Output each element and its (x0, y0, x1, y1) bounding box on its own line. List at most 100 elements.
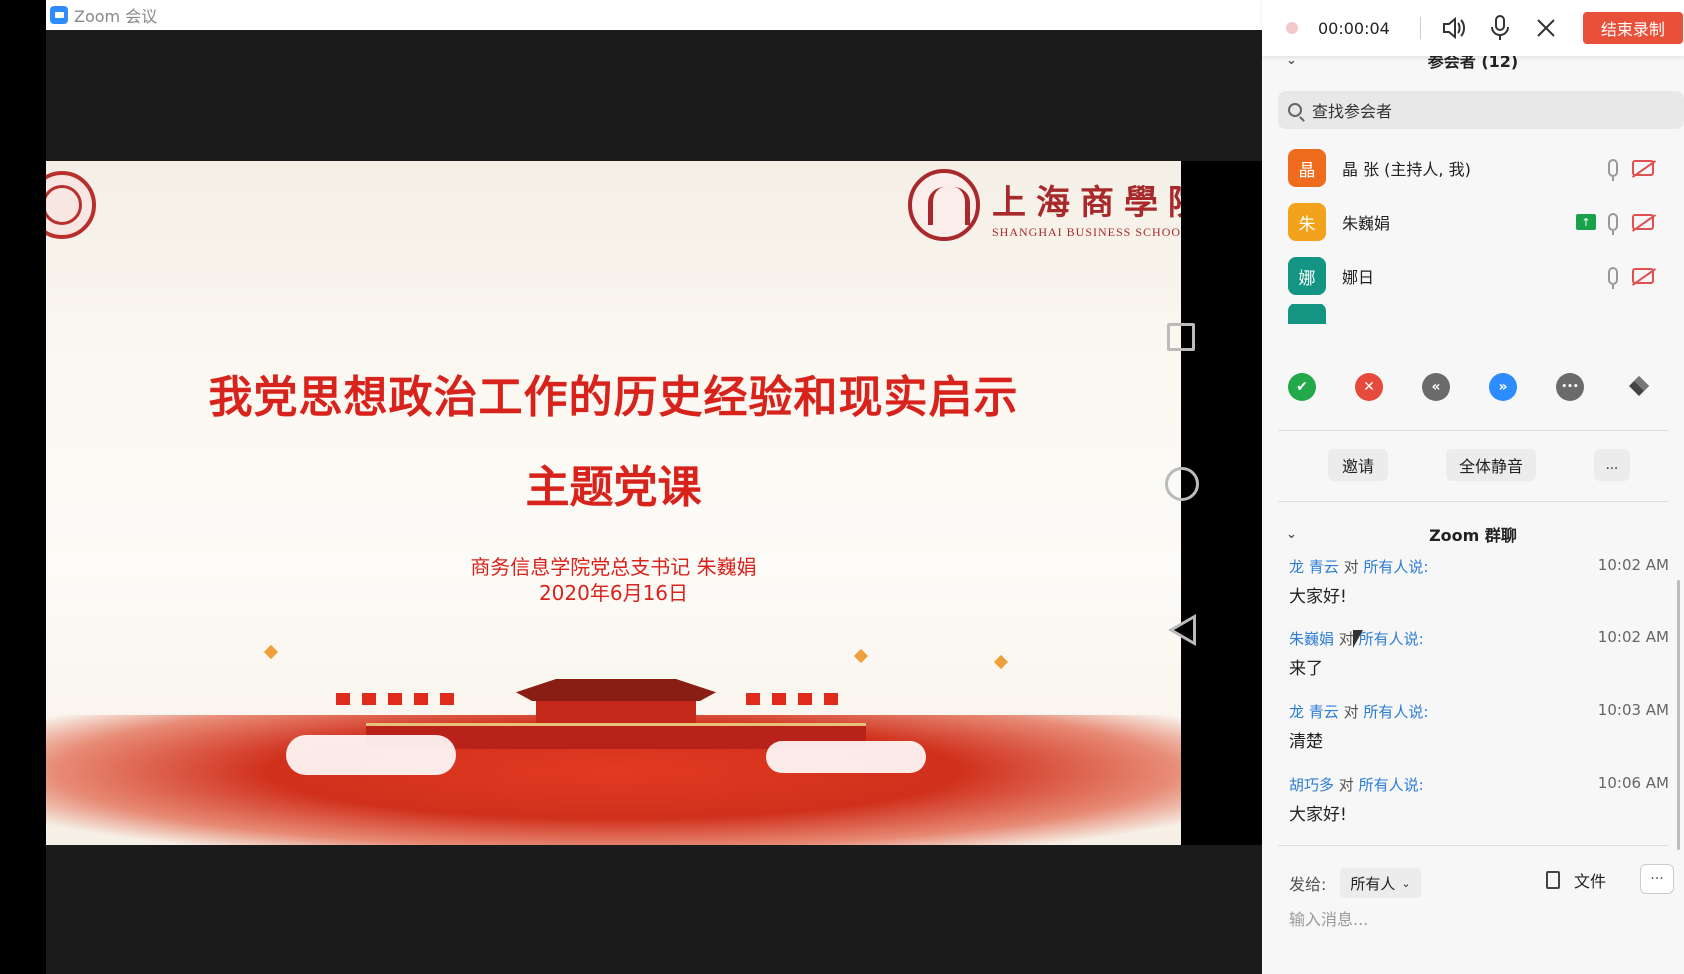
dove-decoration (263, 644, 279, 660)
avatar: 娜 (1288, 257, 1326, 295)
android-nav-bar (1181, 161, 1262, 845)
more-options-button[interactable]: ... (1594, 449, 1630, 481)
participant-row[interactable]: 娜 娜日 (1262, 248, 1684, 304)
go-faster-icon[interactable]: » (1489, 373, 1517, 401)
close-icon[interactable] (1533, 15, 1559, 41)
send-file-button[interactable]: 文件 (1546, 868, 1606, 892)
message-text: 来了 (1289, 659, 1323, 679)
chat-message: 朱巍娟 对 所有人说: 10:02 AM 来了 (1289, 628, 1669, 679)
back-icon[interactable] (1168, 614, 1196, 646)
recipient-select-value: 所有人 (1350, 874, 1396, 893)
red-flag (824, 693, 838, 705)
participant-name: 晶 张 (主持人, 我) (1342, 160, 1471, 179)
chevron-down-icon: ⌄ (1401, 876, 1411, 890)
screen-share-icon: ↑ (1576, 214, 1596, 230)
participant-search-input[interactable]: 查找参会者 (1278, 91, 1684, 129)
mute-all-button[interactable]: 全体静音 (1446, 449, 1536, 481)
message-time: 10:02 AM (1597, 556, 1669, 574)
send-to-row: 发给: 所有人 ⌄ (1289, 868, 1421, 898)
yes-icon[interactable]: ✔ (1288, 373, 1316, 401)
eraser-icon[interactable] (1625, 373, 1653, 401)
chat-scrollbar[interactable] (1677, 580, 1680, 850)
party-emblem-icon (46, 171, 96, 239)
message-to: 对 (1343, 558, 1359, 576)
video-off-icon[interactable] (1632, 214, 1654, 230)
no-icon[interactable]: ✕ (1355, 373, 1383, 401)
message-recipient[interactable]: 所有人说: (1359, 630, 1424, 648)
video-off-icon[interactable] (1632, 268, 1654, 284)
chevron-down-icon[interactable]: ⌄ (1286, 527, 1297, 542)
chat-message-input[interactable]: 输入消息... (1289, 906, 1368, 930)
cloud-decoration (766, 741, 926, 773)
message-meta: 龙 青云 对 所有人说: 10:03 AM (1289, 701, 1669, 723)
chat-header[interactable]: ⌄ Zoom 群聊 (1262, 522, 1684, 546)
message-sender[interactable]: 胡巧多 (1289, 776, 1334, 794)
dove-decoration (993, 654, 1009, 670)
recording-bar: 00:00:04 结束录制 (1262, 0, 1684, 56)
file-label: 文件 (1574, 872, 1607, 891)
red-flag (362, 693, 376, 705)
message-sender[interactable]: 龙 青云 (1289, 558, 1339, 576)
participant-row[interactable]: 朱 朱巍娟 ↑ (1262, 194, 1684, 250)
microphone-icon[interactable] (1608, 213, 1618, 235)
more-icon[interactable]: ••• (1556, 373, 1584, 401)
chat-message: 龙 青云 对 所有人说: 10:02 AM 大家好! (1289, 556, 1669, 607)
red-flag (388, 693, 402, 705)
participant-name: 朱巍娟 (1342, 214, 1391, 233)
avatar (1288, 304, 1326, 324)
recipient-select[interactable]: 所有人 ⌄ (1340, 868, 1421, 898)
recording-timer: 00:00:04 (1318, 18, 1390, 38)
divider (1419, 17, 1421, 39)
chat-more-button[interactable]: ··· (1640, 864, 1674, 894)
recent-apps-icon[interactable] (1167, 323, 1195, 351)
cloud-decoration (286, 735, 456, 775)
message-meta: 朱巍娟 对 所有人说: 10:02 AM (1289, 628, 1669, 650)
slide-subtitle: 主题党课 (525, 462, 702, 513)
microphone-icon[interactable] (1608, 267, 1618, 289)
video-off-icon[interactable] (1632, 160, 1654, 176)
mouse-cursor-icon (1353, 630, 1363, 648)
home-icon[interactable] (1165, 467, 1199, 501)
red-flag (746, 693, 760, 705)
divider (1278, 501, 1668, 502)
message-to: 对 (1343, 703, 1359, 721)
message-recipient[interactable]: 所有人说: (1363, 703, 1428, 721)
message-to: 对 (1338, 630, 1354, 648)
slide-author: 商务信息学院党总支书记 朱巍娟 (470, 555, 757, 579)
chat-message: 胡巧多 对 所有人说: 10:06 AM 大家好! (1289, 774, 1669, 825)
microphone-icon[interactable] (1487, 15, 1513, 41)
message-time: 10:06 AM (1597, 774, 1669, 792)
stop-recording-button[interactable]: 结束录制 (1582, 12, 1683, 44)
red-flag (414, 693, 428, 705)
divider (1278, 430, 1668, 431)
red-flag (336, 693, 350, 705)
participant-row[interactable]: 晶 晶 张 (主持人, 我) (1262, 140, 1684, 196)
red-flag (772, 693, 786, 705)
zoom-logo-icon (50, 6, 68, 24)
participant-name: 娜日 (1342, 268, 1375, 287)
message-sender[interactable]: 朱巍娟 (1289, 630, 1334, 648)
search-icon (1288, 103, 1302, 117)
chat-message: 龙 青云 对 所有人说: 10:03 AM 清楚 (1289, 701, 1669, 752)
gate-body (536, 701, 696, 725)
dove-decoration (853, 648, 869, 664)
window-titlebar: Zoom 会议 (46, 0, 1262, 30)
divider (1278, 845, 1668, 846)
send-to-label: 发给: (1289, 875, 1327, 894)
microphone-icon[interactable] (1608, 159, 1618, 181)
message-sender[interactable]: 龙 青云 (1289, 703, 1339, 721)
invite-button[interactable]: 邀请 (1328, 449, 1388, 481)
go-slower-icon[interactable]: « (1422, 373, 1450, 401)
message-recipient[interactable]: 所有人说: (1363, 558, 1428, 576)
shared-slide: 上海商學院 SHANGHAI BUSINESS SCHOOL 我党思想政治工作的… (46, 161, 1181, 845)
search-placeholder: 查找参会者 (1312, 102, 1393, 121)
message-text: 大家好! (1289, 805, 1347, 825)
message-time: 10:03 AM (1597, 701, 1669, 719)
message-recipient[interactable]: 所有人说: (1359, 776, 1424, 794)
window-title: Zoom 会议 (74, 7, 158, 26)
speaker-icon[interactable] (1441, 15, 1467, 41)
participant-row-partial[interactable] (1262, 304, 1684, 324)
message-meta: 胡巧多 对 所有人说: 10:06 AM (1289, 774, 1669, 796)
message-text: 清楚 (1289, 732, 1323, 752)
red-flag (798, 693, 812, 705)
